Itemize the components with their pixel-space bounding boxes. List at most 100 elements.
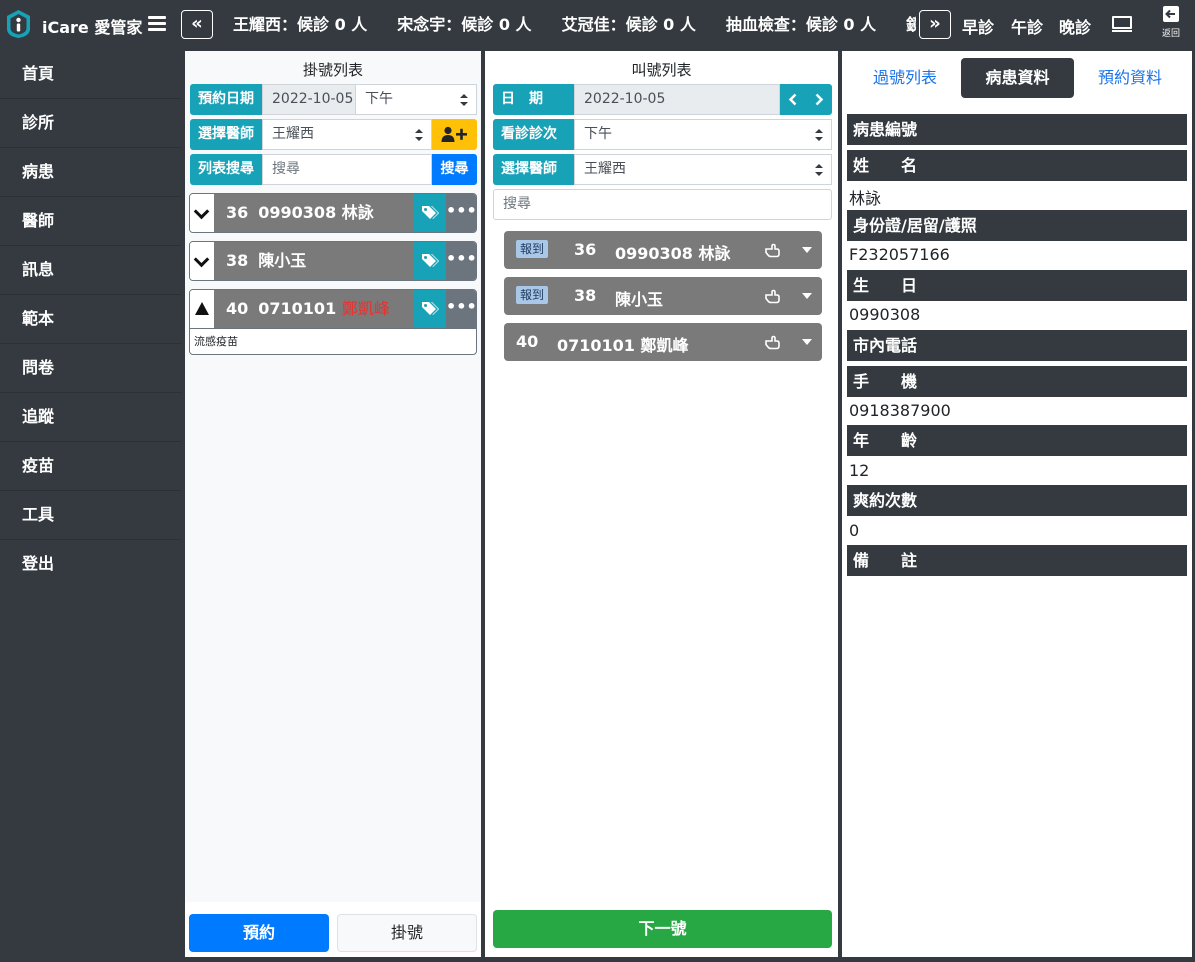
display-icon[interactable]	[1112, 16, 1132, 33]
ticker-prev-button[interactable]: «	[181, 10, 213, 39]
call-list-item[interactable]: 報到 36 0990308 林詠	[504, 231, 822, 269]
calling-panel: 叫號列表 日 期 2022-10-05 看診診次 下午 選擇醫師 王耀西 搜尋 …	[485, 51, 838, 957]
calling-title: 叫號列表	[631, 61, 692, 79]
field-value-id-number: F232057166	[849, 245, 950, 264]
ticker-item: 王耀西：候診 0 人	[233, 15, 368, 34]
field-value-missed-count: 0	[849, 521, 860, 540]
sidebar-item-clinic[interactable]: 診所	[0, 99, 181, 148]
reserve-button[interactable]: 預約	[189, 914, 329, 952]
back-button[interactable]: 返回	[1158, 6, 1184, 42]
registration-entry[interactable]: 40 0710101 鄭凱峰	[214, 290, 414, 328]
top-navbar: iCare 愛管家 « 王耀西：候診 0 人 宋念宇：候診 0 人 艾冠佳：候診 0…	[0, 0, 1195, 50]
visit-session-label: 看診診次	[493, 119, 574, 150]
more-options-button[interactable]: •••	[446, 194, 476, 232]
add-user-button[interactable]	[432, 119, 477, 150]
tab-appointment-info[interactable]: 預約資料	[1075, 58, 1185, 98]
hand-pointer-icon[interactable]	[764, 288, 780, 304]
call-patient: 0990308 林詠	[615, 244, 731, 263]
appointment-period-value: 下午	[365, 91, 393, 107]
appointment-period-select[interactable]: 下午	[356, 84, 477, 115]
prev-date-button[interactable]	[780, 84, 806, 115]
patient-code: 0990308	[258, 203, 337, 222]
call-doctor-select[interactable]: 王耀西	[574, 154, 832, 185]
more-options-button[interactable]: •••	[446, 290, 476, 328]
sidebar-item-templates[interactable]: 範本	[0, 295, 181, 344]
select-arrows-icon	[460, 94, 468, 106]
icare-logo-icon[interactable]	[5, 9, 32, 39]
caret-down-icon[interactable]	[802, 293, 812, 299]
tag-button[interactable]	[414, 242, 446, 280]
visit-session-select[interactable]: 下午	[574, 119, 832, 150]
sidebar-item-home[interactable]: 首頁	[0, 50, 181, 99]
shift-evening-button[interactable]: 晚診	[1059, 14, 1091, 38]
checkin-badge: 報到	[516, 240, 549, 258]
list-search-input[interactable]: 搜尋	[262, 154, 432, 185]
field-label-name: 姓 名	[847, 150, 1187, 181]
chevron-down-icon	[193, 251, 210, 268]
call-date-label: 日 期	[493, 84, 574, 115]
tab-patient-info[interactable]: 病患資料	[961, 58, 1074, 98]
field-value-name: 林詠	[849, 189, 882, 208]
next-number-button[interactable]: 下一號	[493, 910, 832, 948]
call-patient: 0710101 鄭凱峰	[557, 336, 689, 355]
tag-button[interactable]	[414, 290, 446, 328]
call-date-input[interactable]: 2022-10-05	[574, 84, 780, 115]
select-arrows-icon	[815, 129, 823, 141]
add-user-icon	[441, 126, 467, 142]
next-date-button[interactable]	[806, 84, 832, 115]
field-label-phone: 市內電話	[847, 330, 1187, 361]
list-item[interactable]: 38 陳小玉 •••	[189, 241, 477, 281]
registration-entry[interactable]: 38 陳小玉	[214, 242, 414, 280]
sidebar-item-logout[interactable]: 登出	[0, 540, 181, 589]
list-search-row: 列表搜尋 搜尋 搜尋	[190, 154, 477, 185]
ticker-item: 抽血檢查：候診 0 人	[725, 15, 877, 34]
expand-toggle[interactable]	[190, 194, 214, 232]
sidebar-item-questionnaires[interactable]: 問卷	[0, 344, 181, 393]
sidebar-item-tools[interactable]: 工具	[0, 491, 181, 540]
hand-pointer-icon[interactable]	[764, 242, 780, 258]
list-search-label: 列表搜尋	[190, 154, 262, 185]
more-options-button[interactable]: •••	[446, 242, 476, 280]
call-search-input[interactable]: 搜尋	[493, 189, 832, 220]
tab-missed-list[interactable]: 過號列表	[850, 58, 960, 98]
call-list-item[interactable]: 報到 38 陳小玉	[504, 277, 822, 315]
doctor-select[interactable]: 王耀西	[262, 119, 432, 150]
shift-morning-button[interactable]: 早診	[962, 14, 994, 38]
sidebar-item-messages[interactable]: 訊息	[0, 246, 181, 295]
caret-down-icon[interactable]	[802, 247, 812, 253]
registration-entry[interactable]: 36 0990308 林詠	[214, 194, 414, 232]
patient-info-panel: 過號列表 病患資料 預約資料 病患編號 姓 名 林詠 身份證/居留/護照 F23…	[842, 51, 1192, 957]
list-item[interactable]: 36 0990308 林詠 •••	[189, 193, 477, 233]
visit-session-row: 看診診次 下午	[493, 119, 832, 150]
caret-down-icon[interactable]	[802, 339, 812, 345]
shift-afternoon-button[interactable]: 午診	[1011, 14, 1043, 38]
register-button[interactable]: 掛號	[337, 914, 477, 952]
triangle-up-icon	[195, 302, 209, 315]
select-doctor-label: 選擇醫師	[190, 119, 262, 150]
sidebar-item-tracking[interactable]: 追蹤	[0, 393, 181, 442]
call-date-row: 日 期 2022-10-05	[493, 84, 832, 115]
hand-pointer-icon[interactable]	[764, 334, 780, 350]
patient-code: 0710101	[258, 299, 337, 318]
appointment-date-input[interactable]: 2022-10-05	[262, 84, 356, 115]
sidebar-item-vaccines[interactable]: 疫苗	[0, 442, 181, 491]
ticker-item: 宋念宇：候診 0 人	[397, 15, 532, 34]
registration-title: 掛號列表	[302, 61, 363, 79]
tag-button[interactable]	[414, 194, 446, 232]
patient-name: 林詠	[341, 203, 374, 222]
sidebar-item-doctors[interactable]: 醫師	[0, 197, 181, 246]
search-button[interactable]: 搜尋	[432, 154, 477, 185]
hamburger-icon[interactable]	[148, 13, 166, 35]
ticker-item: 艾冠佳：候診 0 人	[561, 15, 696, 34]
expand-toggle[interactable]	[190, 242, 214, 280]
select-arrows-icon	[415, 129, 423, 141]
visit-session-value: 下午	[584, 126, 612, 142]
arrow-left-icon	[1163, 6, 1179, 22]
call-list-item[interactable]: 40 0710101 鄭凱峰	[504, 323, 822, 361]
sidebar-item-patients[interactable]: 病患	[0, 148, 181, 197]
collapse-toggle[interactable]	[190, 290, 214, 328]
ticker-next-button[interactable]: »	[919, 10, 951, 39]
brand-title[interactable]: iCare 愛管家	[42, 14, 142, 38]
waiting-ticker: 王耀西：候診 0 人 宋念宇：候診 0 人 艾冠佳：候診 0 人 抽血檢查：候診 0 …	[218, 0, 916, 50]
list-item[interactable]: 40 0710101 鄭凱峰 ••• 流感疫苗	[189, 289, 477, 355]
